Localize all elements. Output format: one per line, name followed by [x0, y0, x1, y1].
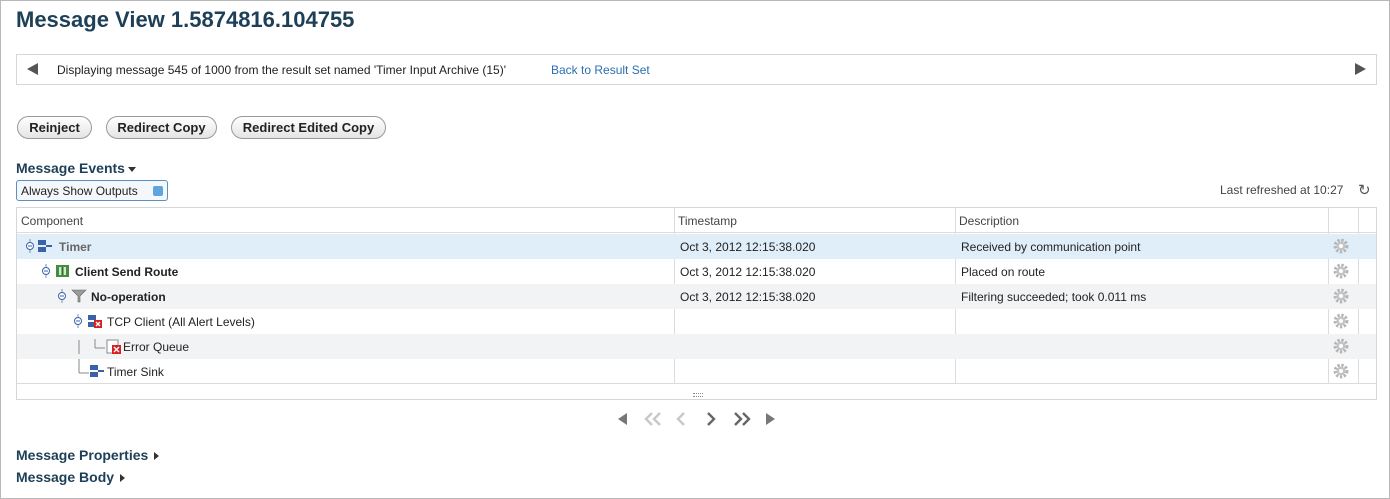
table-row[interactable]: TCP Client (All Alert Levels) — [17, 309, 1376, 334]
header-divider — [17, 232, 1376, 233]
redirect-edited-copy-button[interactable]: Redirect Edited Copy — [231, 116, 386, 139]
always-show-outputs-toggle[interactable]: Always Show Outputs — [16, 180, 168, 201]
route-icon — [56, 265, 69, 277]
communication-point-icon — [38, 240, 52, 252]
tree-connector-icon — [78, 339, 105, 354]
gear-icon[interactable] — [1332, 337, 1350, 355]
event-timestamp: Oct 3, 2012 12:15:38.020 — [680, 265, 816, 279]
tree-collapse-icon — [26, 239, 34, 253]
table-row[interactable]: Error Queue — [17, 334, 1376, 359]
column-header-component[interactable]: Component — [21, 214, 83, 228]
gear-icon[interactable] — [1332, 237, 1350, 255]
pager-previous-icon[interactable] — [674, 411, 688, 427]
caret-down-icon — [127, 166, 136, 172]
redirect-copy-button[interactable]: Redirect Copy — [106, 116, 217, 139]
gear-icon[interactable] — [1332, 262, 1350, 280]
message-events-table: Component Timestamp Description Timer Oc… — [16, 207, 1377, 400]
message-view-panel: Message View 1.5874816.104755 Displaying… — [0, 0, 1390, 499]
reinject-button[interactable]: Reinject — [17, 116, 92, 139]
column-header-timestamp[interactable]: Timestamp — [678, 214, 737, 228]
table-row[interactable]: Timer Oct 3, 2012 12:15:38.020 Received … — [17, 234, 1376, 259]
event-timestamp: Oct 3, 2012 12:15:38.020 — [680, 290, 816, 304]
message-events-header[interactable]: Message Events — [16, 160, 136, 176]
event-description: Received by communication point — [961, 240, 1141, 254]
pager-first-icon[interactable] — [615, 411, 629, 427]
event-description: Filtering succeeded; took 0.011 ms — [961, 290, 1147, 304]
component-name: Error Queue — [123, 340, 190, 354]
back-to-result-set-link[interactable]: Back to Result Set — [551, 63, 650, 77]
caret-right-icon — [154, 452, 160, 461]
message-properties-header[interactable]: Message Properties — [16, 447, 160, 463]
filter-icon — [71, 289, 87, 303]
component-name: Timer Sink — [107, 365, 164, 379]
tree-collapse-icon — [42, 264, 50, 278]
next-message-arrow-icon[interactable] — [1355, 63, 1366, 75]
page-title: Message View 1.5874816.104755 — [16, 7, 355, 32]
communication-point-error-icon — [88, 315, 102, 328]
toggle-indicator-icon — [153, 186, 163, 196]
previous-message-arrow-icon[interactable] — [27, 63, 38, 75]
always-show-outputs-label: Always Show Outputs — [21, 184, 138, 198]
pager-last-icon[interactable] — [764, 411, 778, 427]
table-row[interactable]: Timer Sink — [17, 359, 1376, 384]
refresh-icon[interactable]: ↻ — [1358, 181, 1371, 199]
component-name: No-operation — [91, 290, 166, 304]
message-body-title: Message Body — [16, 469, 115, 485]
component-name: Client Send Route — [75, 265, 179, 279]
table-row[interactable]: No-operation Oct 3, 2012 12:15:38.020 Fi… — [17, 284, 1376, 309]
result-navigation-bar: Displaying message 545 of 1000 from the … — [16, 54, 1377, 85]
result-position-text: Displaying message 545 of 1000 from the … — [57, 63, 507, 77]
table-bottom-divider — [17, 383, 1376, 384]
tree-collapse-icon — [58, 289, 66, 303]
pager-next-icon[interactable] — [704, 411, 718, 427]
message-body-header[interactable]: Message Body — [16, 469, 126, 485]
error-queue-icon — [106, 339, 121, 354]
column-header-description[interactable]: Description — [959, 214, 1019, 228]
caret-right-icon — [120, 474, 126, 483]
gear-icon[interactable] — [1332, 312, 1350, 330]
gear-icon[interactable] — [1332, 362, 1350, 380]
communication-point-icon — [90, 365, 104, 377]
component-name: Timer — [59, 240, 92, 254]
tree-collapse-icon — [74, 314, 82, 328]
component-name: TCP Client (All Alert Levels) — [107, 315, 255, 329]
pager-fast-forward-icon[interactable] — [731, 411, 753, 427]
table-row[interactable]: Client Send Route Oct 3, 2012 12:15:38.0… — [17, 259, 1376, 284]
pager-fast-back-icon[interactable] — [642, 411, 664, 427]
message-events-title: Message Events — [16, 160, 125, 176]
resize-grip-icon[interactable] — [693, 393, 703, 397]
event-timestamp: Oct 3, 2012 12:15:38.020 — [680, 240, 816, 254]
gear-icon[interactable] — [1332, 287, 1350, 305]
event-description: Placed on route — [961, 265, 1046, 279]
last-refreshed-text: Last refreshed at 10:27 — [1220, 183, 1344, 197]
message-properties-title: Message Properties — [16, 447, 149, 463]
